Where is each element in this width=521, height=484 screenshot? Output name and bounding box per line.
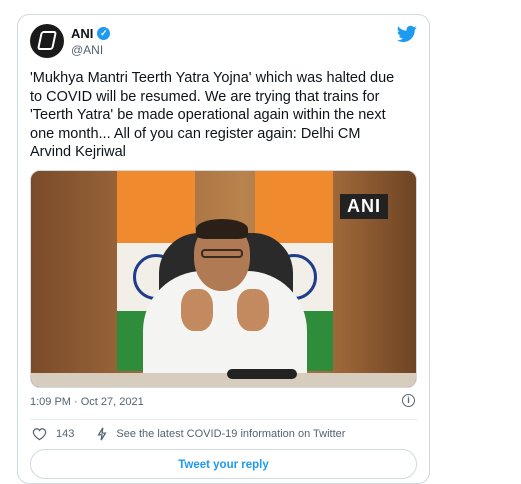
author-name-row: ANI ✓	[71, 26, 111, 41]
desk	[31, 373, 416, 387]
speaker-left-hand	[181, 289, 213, 331]
tweet-card[interactable]: ANI ✓ @ANI 'Mukhya Mantri Teerth Yatra Y…	[17, 14, 430, 484]
ani-logo-mark	[36, 31, 58, 50]
tweet-actions: 143 See the latest COVID-19 information …	[32, 425, 345, 443]
microphone	[227, 369, 297, 379]
tweet-timestamp[interactable]: 1:09 PM · Oct 27, 2021	[30, 396, 144, 408]
verified-badge-icon: ✓	[97, 27, 111, 40]
speaker-glasses	[201, 249, 243, 258]
lightning-icon	[97, 427, 107, 441]
tweet-video-media[interactable]: ANI	[30, 170, 417, 388]
info-icon[interactable]: i	[402, 394, 415, 407]
ani-watermark: ANI	[340, 194, 388, 219]
tweet-reply-button[interactable]: Tweet your reply	[30, 449, 417, 479]
author-name[interactable]: ANI	[71, 26, 93, 41]
tweet-text: 'Mukhya Mantri Teerth Yatra Yojna' which…	[30, 70, 395, 161]
author-handle[interactable]: @ANI	[71, 43, 103, 57]
divider	[30, 419, 417, 420]
twitter-bird-icon[interactable]	[397, 25, 417, 43]
covid-info-link[interactable]: See the latest COVID-19 information on T…	[116, 428, 345, 440]
author-avatar[interactable]	[30, 24, 64, 58]
heart-icon[interactable]	[32, 427, 47, 441]
speaker-right-hand	[237, 289, 269, 331]
speaker-hair	[196, 219, 248, 239]
like-count[interactable]: 143	[56, 428, 74, 440]
